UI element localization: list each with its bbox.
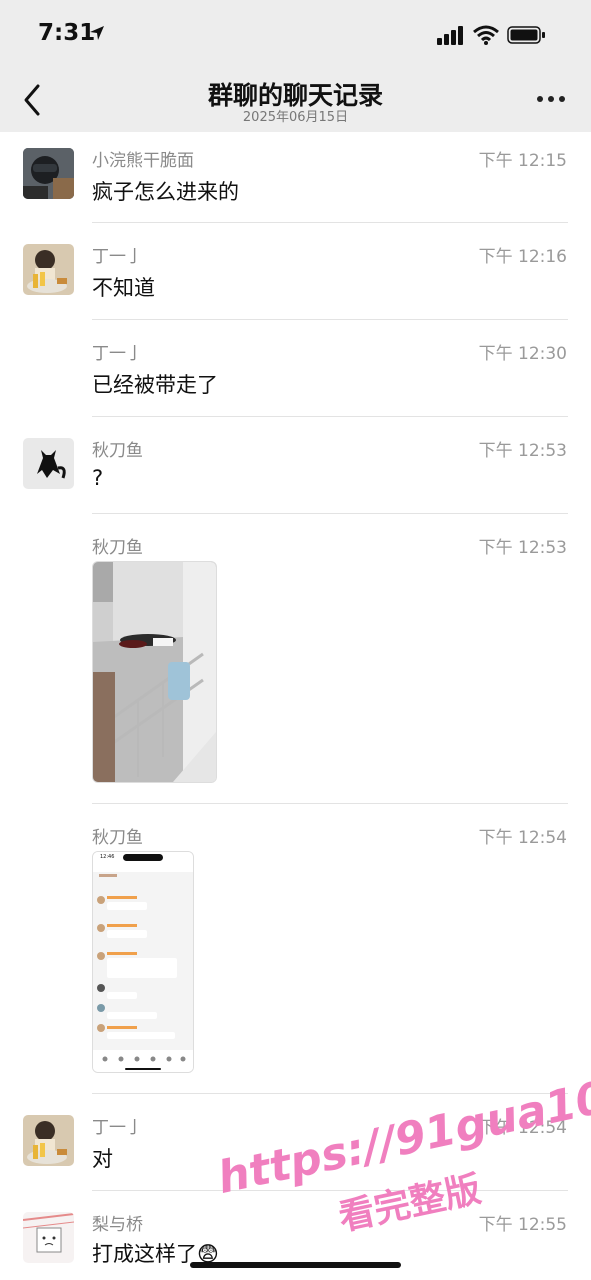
home-indicator[interactable] <box>190 1262 401 1268</box>
avatar[interactable] <box>23 1115 74 1166</box>
sender-name: 丁一亅 <box>92 1118 143 1138</box>
photo-image[interactable] <box>92 561 217 783</box>
message-time: 下午 12:53 <box>478 441 567 461</box>
message-text: 疯子怎么进来的 <box>92 180 239 204</box>
message-time: 下午 12:16 <box>478 247 567 267</box>
page-subtitle-date: 2025年06月15日 <box>242 110 349 125</box>
status-icons <box>437 24 567 46</box>
message-time: 下午 12:53 <box>478 538 567 558</box>
avatar[interactable] <box>23 1212 74 1263</box>
message-time: 下午 12:54 <box>478 828 567 848</box>
battery-icon <box>507 26 545 44</box>
location-arrow-icon <box>90 26 104 40</box>
sender-name: 秋刀鱼 <box>92 828 143 848</box>
chat-message: 丁一亅 下午 12:30 已经被带走了 <box>0 320 591 416</box>
screenshot-time: 12:46 <box>100 854 115 860</box>
avatar[interactable] <box>23 148 74 199</box>
avatar[interactable] <box>23 438 74 489</box>
more-options-icon[interactable] <box>537 96 567 104</box>
chat-message: 秋刀鱼 下午 12:53 <box>0 514 591 803</box>
message-time: 下午 12:30 <box>478 344 567 364</box>
chat-message: 秋刀鱼 下午 12:54 12:46 <box>0 804 591 1093</box>
status-time: 7:31 <box>38 20 96 46</box>
chat-message: 小浣熊干脆面 下午 12:15 疯子怎么进来的 <box>0 132 591 222</box>
sender-name: 秋刀鱼 <box>92 441 143 461</box>
nav-bar: 7:31 群聊的聊天记录 2025年06月15日 <box>0 0 591 132</box>
wifi-icon <box>473 25 499 45</box>
sender-name: 丁一亅 <box>92 344 143 364</box>
message-text: 不知道 <box>92 276 155 300</box>
message-text: ? <box>92 466 104 490</box>
message-text: 已经被带走了 <box>92 373 218 397</box>
chat-message: 秋刀鱼 下午 12:53 ? <box>0 417 591 513</box>
sender-name: 梨与桥 <box>92 1215 143 1235</box>
sender-name: 小浣熊干脆面 <box>92 151 194 171</box>
chat-message: 丁一亅 下午 12:16 不知道 <box>0 223 591 319</box>
message-text: 对 <box>92 1147 113 1171</box>
sender-name: 丁一亅 <box>92 247 143 267</box>
message-time: 下午 12:15 <box>478 151 567 171</box>
screenshot-image[interactable]: 12:46 <box>92 851 194 1073</box>
signal-icon <box>437 26 463 45</box>
avatar[interactable] <box>23 244 74 295</box>
sender-name: 秋刀鱼 <box>92 538 143 558</box>
